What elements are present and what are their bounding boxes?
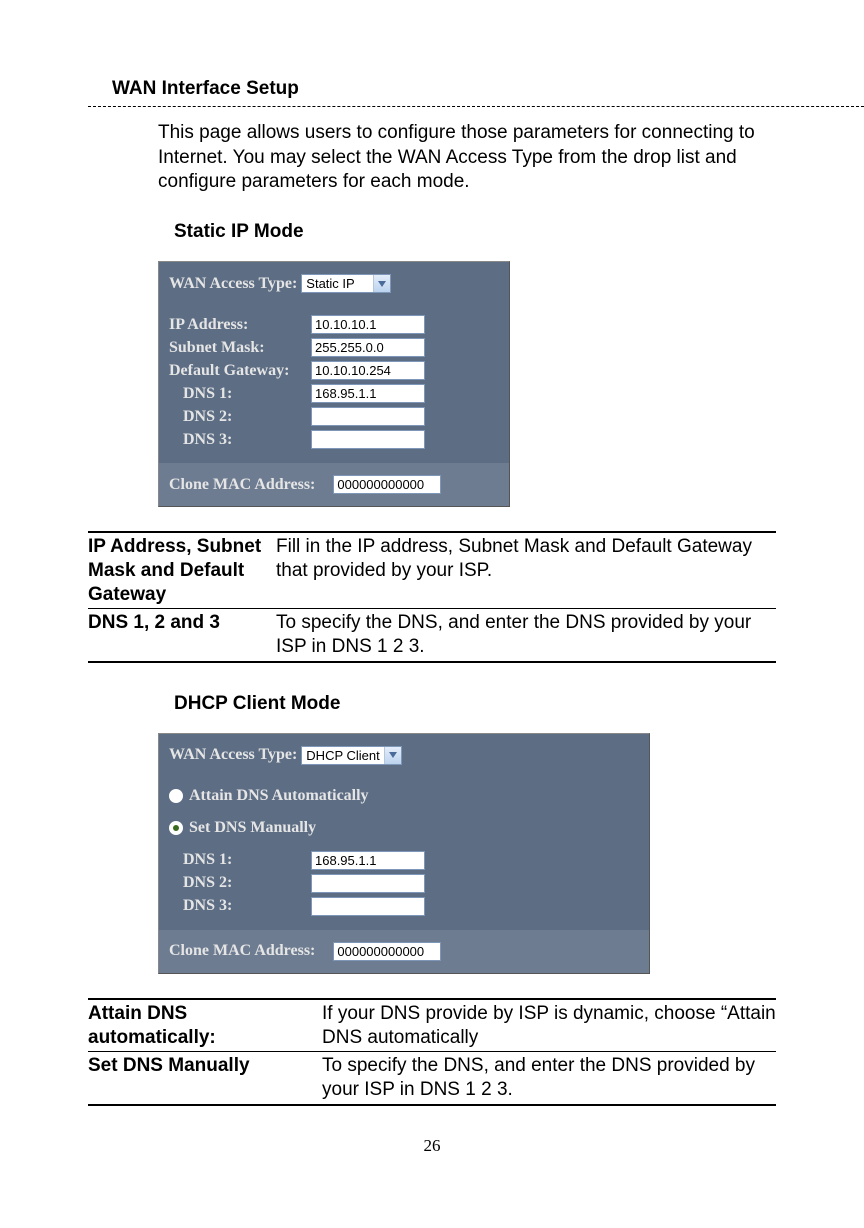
ip-address-label: IP Address: [169, 316, 311, 334]
table-row: IP Address, Subnet Mask and Default Gate… [88, 533, 776, 608]
desc-key: DNS 1, 2 and 3 [88, 609, 274, 661]
dns3-label: DNS 3: [169, 431, 311, 449]
radio-icon [169, 821, 183, 835]
subnet-mask-label: Subnet Mask: [169, 339, 311, 357]
desc-value: To specify the DNS, and enter the DNS pr… [320, 1052, 776, 1104]
wan-access-type-select[interactable]: Static IP [301, 274, 391, 293]
wan-access-type-label: WAN Access Type: [169, 275, 301, 293]
table-row: Set DNS Manually To specify the DNS, and… [88, 1051, 776, 1104]
intro-text: This page allows users to configure thos… [158, 121, 774, 195]
static-ip-panel: WAN Access Type: Static IP IP Address: S… [158, 261, 510, 507]
dns2-label: DNS 2: [169, 408, 311, 426]
dns1-input[interactable] [311, 384, 425, 403]
default-gateway-input[interactable] [311, 361, 425, 380]
desc-key: IP Address, Subnet Mask and Default Gate… [88, 533, 274, 608]
wan-access-type-label: WAN Access Type: [169, 746, 301, 764]
set-dns-manually-label: Set DNS Manually [189, 819, 316, 837]
default-gateway-label: Default Gateway: [169, 362, 311, 380]
dns3-input[interactable] [311, 430, 425, 449]
dhcp-heading: DHCP Client Mode [174, 693, 864, 715]
wan-access-type-select[interactable]: DHCP Client [301, 746, 401, 765]
chevron-down-icon [384, 747, 401, 764]
desc-key: Set DNS Manually [88, 1052, 320, 1104]
radio-icon [169, 789, 183, 803]
table-row: Attain DNS automatically: If your DNS pr… [88, 1000, 776, 1052]
desc-value: If your DNS provide by ISP is dynamic, c… [320, 1000, 776, 1052]
divider [88, 106, 864, 107]
subnet-mask-input[interactable] [311, 338, 425, 357]
attain-dns-auto-option[interactable]: Attain DNS Automatically [169, 787, 639, 805]
dns1-label: DNS 1: [169, 851, 311, 869]
dns1-label: DNS 1: [169, 385, 311, 403]
wan-access-type-value: DHCP Client [302, 748, 383, 763]
page-title: WAN Interface Setup [112, 78, 864, 100]
static-desc-table: IP Address, Subnet Mask and Default Gate… [88, 531, 776, 663]
attain-dns-auto-label: Attain DNS Automatically [189, 787, 369, 805]
desc-value: To specify the DNS, and enter the DNS pr… [274, 609, 776, 661]
dns2-input[interactable] [311, 407, 425, 426]
dns1-input[interactable] [311, 851, 425, 870]
dns3-label: DNS 3: [169, 897, 311, 915]
dns2-label: DNS 2: [169, 874, 311, 892]
desc-value: Fill in the IP address, Subnet Mask and … [274, 533, 776, 608]
dhcp-panel: WAN Access Type: DHCP Client Attain DNS … [158, 733, 650, 974]
dns2-input[interactable] [311, 874, 425, 893]
static-ip-heading: Static IP Mode [174, 221, 864, 243]
page-number: 26 [0, 1136, 864, 1156]
chevron-down-icon [373, 275, 390, 292]
clone-mac-label: Clone MAC Address: [169, 942, 315, 960]
dns3-input[interactable] [311, 897, 425, 916]
dhcp-desc-table: Attain DNS automatically: If your DNS pr… [88, 998, 776, 1106]
clone-mac-input[interactable] [333, 475, 441, 494]
clone-mac-label: Clone MAC Address: [169, 476, 315, 494]
desc-key: Attain DNS automatically: [88, 1000, 320, 1052]
clone-mac-input[interactable] [333, 942, 441, 961]
ip-address-input[interactable] [311, 315, 425, 334]
table-row: DNS 1, 2 and 3 To specify the DNS, and e… [88, 608, 776, 661]
set-dns-manually-option[interactable]: Set DNS Manually [169, 819, 639, 837]
wan-access-type-value: Static IP [302, 276, 373, 291]
